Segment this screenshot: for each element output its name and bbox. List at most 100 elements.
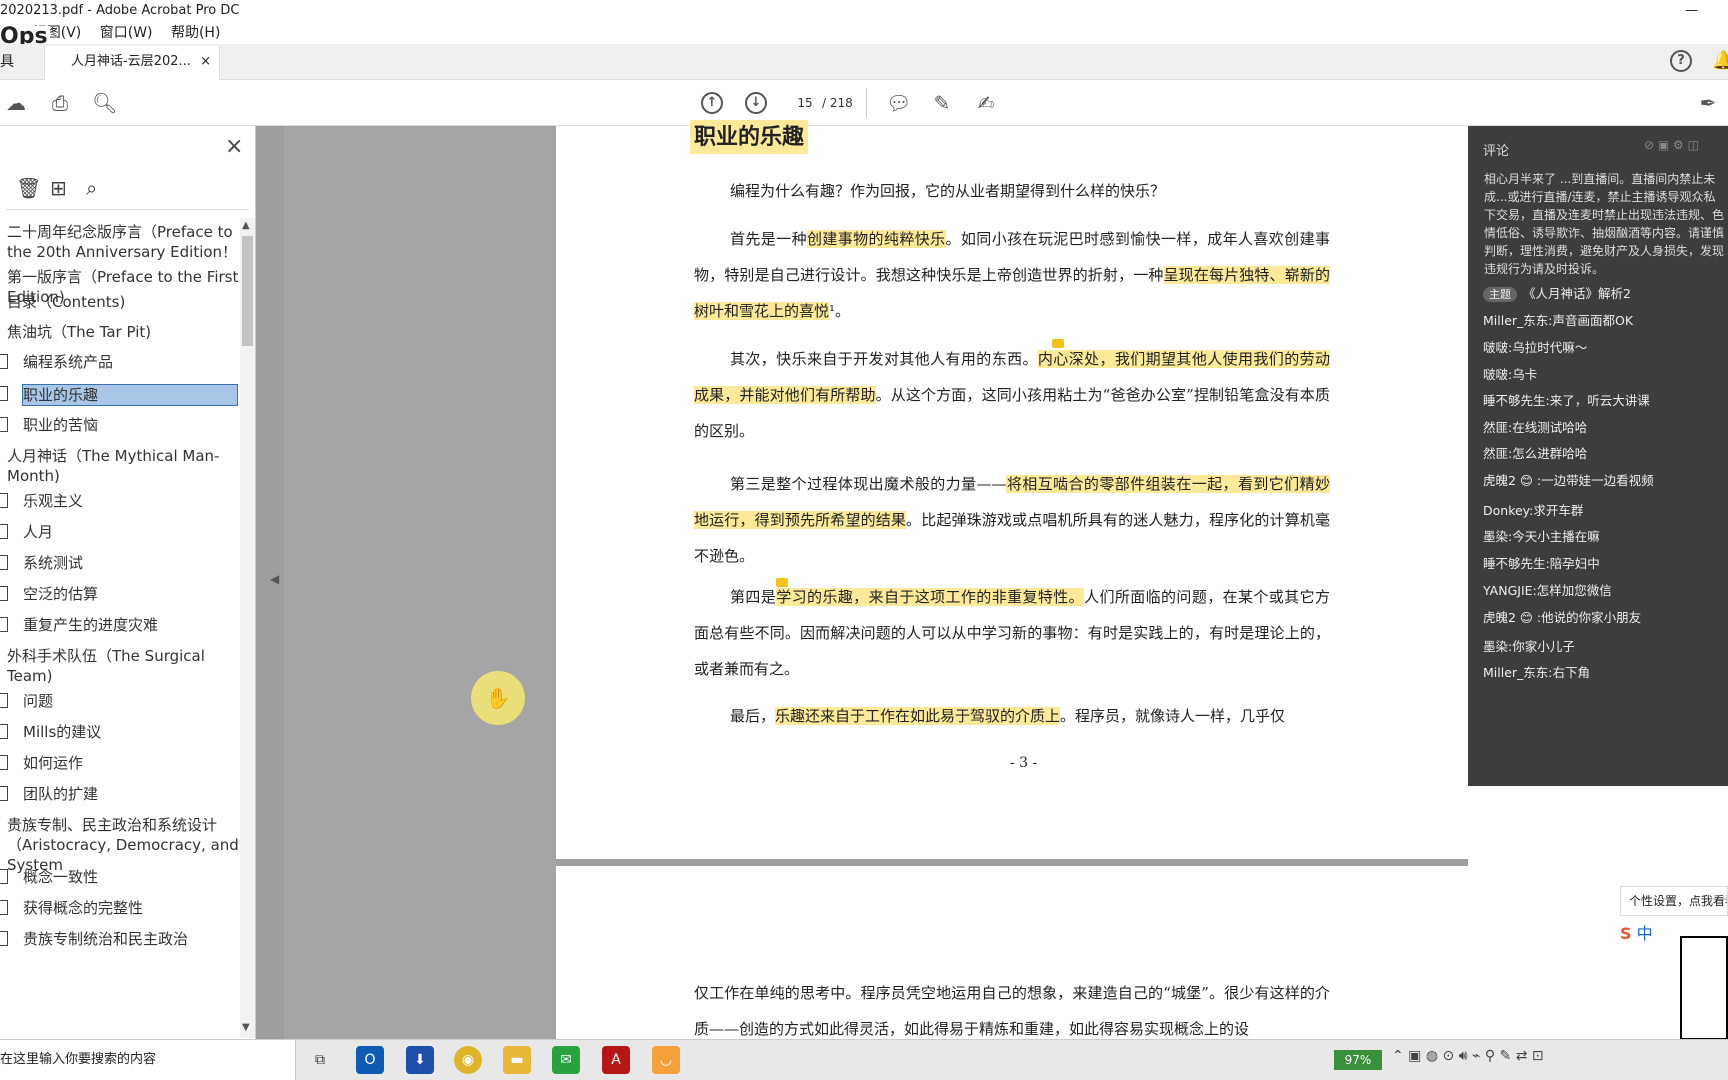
battery-indicator[interactable]: 97% (1334, 1050, 1382, 1070)
previous-page-icon[interactable]: ↑ (701, 92, 723, 114)
comment-panel-controls[interactable]: ⊘ ▣ ⚙ ◫ (1644, 138, 1699, 152)
bookmark-label: 概念一致性 (23, 868, 99, 886)
bookmark-item[interactable]: 焦油坑（The Tar Pit) (0, 322, 240, 342)
paragraph-3: 其次，快乐来自于开发对其他人有用的东西。内心深处，我们期望其他人使用我们的劳动成… (694, 350, 1330, 440)
bookmark-icon (0, 386, 8, 401)
sign-icon[interactable]: ✍︎ (974, 91, 998, 115)
bookmark-label: 空泛的估算 (23, 585, 99, 603)
bookmark-item[interactable]: 团队的扩建 (0, 784, 240, 804)
bookmark-label: 人月神话（The Mythical Man-Month) (7, 447, 220, 485)
bookmark-item[interactable]: 问题 (0, 691, 240, 711)
bookmark-icon (0, 586, 8, 601)
highlight[interactable]: 创建事物的纯粹快乐 (806, 230, 946, 248)
outlook-icon[interactable]: O (356, 1046, 384, 1074)
bookmark-item[interactable]: 人月 (0, 522, 240, 542)
bookmark-label: 如何运作 (23, 754, 84, 772)
comment-message: 睡不够先生:来了，听云大讲课 (1483, 393, 1650, 408)
acrobat-icon[interactable]: A (602, 1046, 630, 1074)
bookmark-icon (0, 354, 8, 369)
notification-bell-icon[interactable]: 🔔 (1712, 50, 1728, 71)
bookmark-icon (0, 755, 8, 770)
menu-item-window[interactable]: 窗口(W) (100, 25, 153, 41)
close-panel-icon[interactable]: × (225, 134, 243, 159)
bookmark-item[interactable]: 外科手术队伍（The Surgical Team) (0, 646, 240, 686)
tab-tools[interactable]: 具 (0, 44, 14, 80)
bookmark-item[interactable]: 目录（Contents) (0, 292, 240, 312)
bookmark-item[interactable]: 职业的苦恼 (0, 415, 240, 435)
highlight[interactable]: 乐趣还来自于工作在如此易于驾驭的介质上 (775, 707, 1061, 725)
find-bookmark-icon[interactable]: ⌕ (86, 176, 97, 200)
tab-document[interactable]: 人月神话-云层202... × (44, 46, 220, 80)
print-icon[interactable]: ⎙ (48, 91, 72, 115)
fill-sign-icon[interactable]: ✒ (1696, 91, 1720, 115)
comment-panel-title: 评论 (1483, 144, 1510, 159)
bookmark-item[interactable]: 二十周年纪念版序言（Preface to the 20th Anniversar… (0, 222, 240, 262)
bookmark-icon (0, 900, 8, 915)
ime-tooltip[interactable]: 个性设置，点我看看 (1620, 886, 1728, 916)
scroll-down-icon[interactable]: ▼ (242, 1022, 250, 1033)
help-icon[interactable]: ? (1670, 50, 1692, 72)
app-icon[interactable]: ◡ (652, 1046, 680, 1074)
bookmark-scrollbar-thumb[interactable] (242, 236, 253, 346)
topic-text: 《人月神话》解析2 (1523, 286, 1631, 301)
cloud-upload-icon[interactable]: ☁ (4, 91, 28, 115)
bookmark-item[interactable]: 人月神话（The Mythical Man-Month) (0, 446, 240, 486)
highlight-pen-icon[interactable]: ✎ (930, 91, 954, 115)
scroll-up-icon[interactable]: ▲ (242, 220, 250, 231)
toolbar-divider (866, 88, 867, 118)
topic-line: 主题 《人月神话》解析2 (1483, 283, 1631, 302)
bookmark-item[interactable]: 贵族专制统治和民主政治 (0, 929, 240, 949)
task-view-icon[interactable]: ⧉ (306, 1046, 334, 1074)
bookmark-icon (0, 724, 8, 739)
file-explorer-icon[interactable]: ▬ (503, 1046, 531, 1074)
comment-message: 墨染:今天小主播在嘛 (1483, 529, 1600, 544)
wechat-icon[interactable]: ✉ (552, 1046, 580, 1074)
bookmark-item[interactable]: 概念一致性 (0, 867, 240, 887)
bookmark-item[interactable]: 编程系统产品 (0, 352, 240, 372)
collapse-panel-icon[interactable]: ◀ (270, 572, 279, 586)
bookmark-item[interactable]: 空泛的估算 (0, 584, 240, 604)
topic-tag: 主题 (1483, 287, 1517, 302)
minimize-button[interactable]: — (1685, 0, 1698, 22)
paragraph-1: 编程为什么有趣？作为回报，它的从业者期望得到什么样的快乐？ (730, 182, 1166, 200)
bookmark-label: 贵族专制统治和民主政治 (23, 930, 189, 948)
bookmark-label: 职业的乐趣 (22, 384, 238, 406)
zoom-search-icon[interactable]: 🔍︎ (92, 91, 117, 115)
taskbar-search-input[interactable]: 在这里输入你要搜索的内容 (0, 1040, 296, 1080)
app-store-icon[interactable]: ⬇ (406, 1046, 434, 1074)
bookmark-icon (0, 786, 8, 801)
bookmark-label: 人月 (23, 523, 54, 541)
bookmark-icon (0, 524, 8, 539)
bookmark-list: 二十周年纪念版序言（Preface to the 20th Anniversar… (0, 222, 240, 1039)
new-bookmark-icon[interactable]: ⊞ (50, 176, 67, 200)
bookmark-label: 二十周年纪念版序言（Preface to the 20th Anniversar… (7, 223, 238, 261)
system-tray[interactable]: ⌃ ▣ ◍ ⊙ 🔊︎ ⌁ ⚲ ✎ ⇄ ⊡ (1392, 1048, 1544, 1064)
tab-close-icon[interactable]: × (200, 46, 211, 78)
bookmark-label: 重复产生的进度灾难 (23, 616, 159, 634)
bookmark-item[interactable]: 乐观主义 (0, 491, 240, 511)
bookmark-label: 问题 (23, 692, 54, 710)
bookmark-item[interactable]: 职业的乐趣 (0, 384, 240, 406)
menu-item-help[interactable]: 帮助(H) (171, 25, 220, 41)
page-number-input[interactable]: 15 (786, 91, 824, 115)
bookmark-item[interactable]: 重复产生的进度灾难 (0, 615, 240, 635)
comment-message: 啵啵:乌卡 (1483, 367, 1538, 382)
next-page-icon[interactable]: ↓ (745, 92, 767, 114)
bookmark-item[interactable]: Mills的建议 (0, 722, 240, 742)
ime-indicator[interactable]: S 中 (1620, 920, 1653, 944)
bookmark-item[interactable]: 系统测试 (0, 553, 240, 573)
hand-cursor-icon: ✋ (471, 671, 525, 725)
bookmark-item[interactable]: 获得概念的完整性 (0, 898, 240, 918)
comment-icon[interactable]: 💬︎ (886, 91, 911, 115)
bookmark-icon (0, 869, 8, 884)
bookmark-label: 系统测试 (23, 554, 84, 572)
bookmark-item[interactable]: 贵族专制、民主政治和系统设计（Aristocracy, Democracy, a… (0, 815, 240, 875)
bookmark-label: 团队的扩建 (23, 785, 99, 803)
comment-message: 然匪:怎么进群哈哈 (1483, 446, 1588, 461)
comment-message: Donkey:求开车群 (1483, 503, 1584, 518)
chrome-icon[interactable]: ◉ (454, 1046, 482, 1074)
delete-bookmark-icon[interactable]: 🗑︎ (16, 176, 41, 200)
highlight[interactable]: 学习的乐趣，来自于这项工作的非重复特性。 (776, 588, 1085, 606)
panel-divider (6, 209, 249, 210)
bookmark-item[interactable]: 如何运作 (0, 753, 240, 773)
